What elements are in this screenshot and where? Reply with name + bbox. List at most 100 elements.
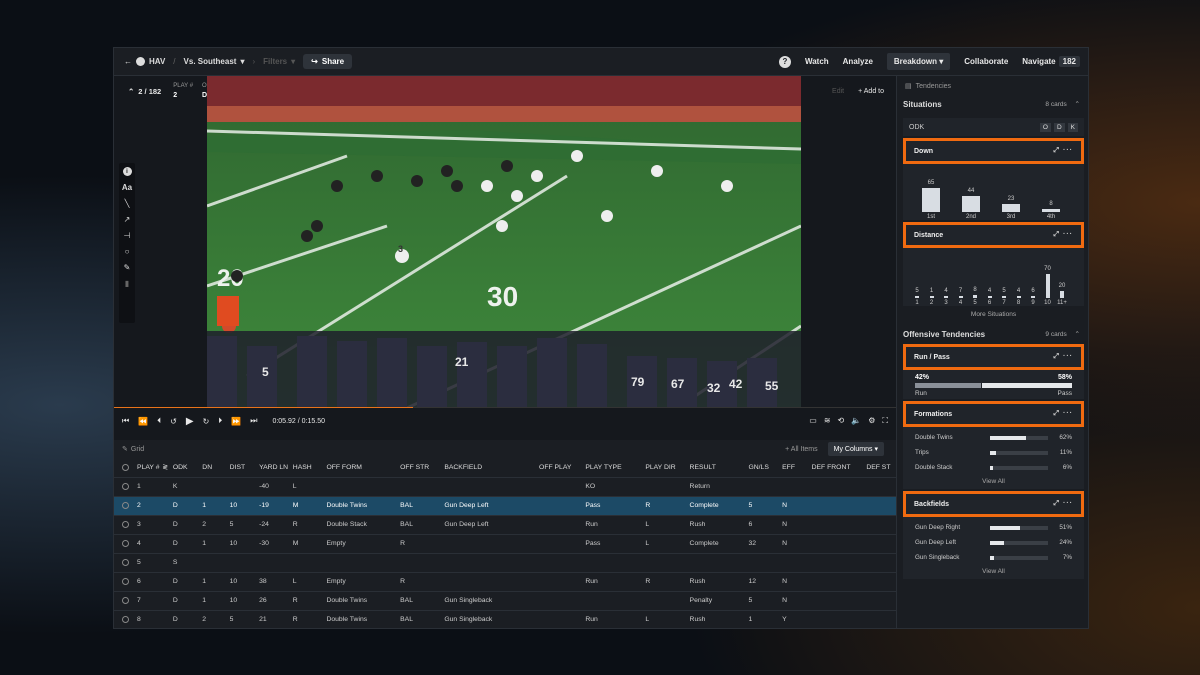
filters-dropdown[interactable]: Filters ▾ bbox=[263, 57, 295, 66]
table-row[interactable]: 2 D 1 10 -19 M Double Twins BAL Gun Deep Left Pas… bbox=[114, 496, 896, 516]
replay-5-icon[interactable]: ↺ bbox=[170, 417, 177, 426]
column-header[interactable]: OFF PLAY bbox=[537, 458, 584, 478]
column-header[interactable]: DN bbox=[200, 458, 228, 478]
column-header[interactable]: YARD LN bbox=[257, 458, 291, 478]
edit-button[interactable]: Edit bbox=[832, 88, 844, 95]
column-header[interactable]: HASH bbox=[290, 458, 325, 478]
column-header[interactable]: PLAY DIR bbox=[643, 458, 688, 478]
play-icon[interactable]: ▶ bbox=[186, 416, 194, 427]
step-back-icon[interactable]: ⏴ bbox=[157, 416, 161, 426]
sort-icon[interactable]: ≷ bbox=[160, 458, 171, 478]
offensive-tendencies-header[interactable]: Offensive Tendencies 9 cards ⌃ bbox=[897, 326, 1088, 342]
odk-o-button[interactable]: O bbox=[1039, 122, 1051, 132]
column-header[interactable]: DEF ST bbox=[864, 458, 896, 478]
table-row[interactable]: 7 D 1 10 26 R Double Twins BAL Gun Singleback Pen… bbox=[114, 591, 896, 611]
column-header[interactable]: OFF FORM bbox=[324, 458, 399, 478]
column-header[interactable]: OFF STR bbox=[398, 458, 443, 478]
text-tool-icon[interactable]: Aa bbox=[122, 183, 132, 192]
column-header[interactable]: ODK bbox=[170, 458, 201, 478]
down-card-header[interactable]: Down ⤢ ··· bbox=[903, 138, 1084, 164]
column-header[interactable]: GN/LS bbox=[746, 458, 781, 478]
odk-k-button[interactable]: K bbox=[1067, 122, 1078, 132]
nav-breakdown[interactable]: Breakdown ▾ bbox=[886, 53, 951, 70]
row-select-radio[interactable] bbox=[114, 553, 136, 573]
table-row[interactable]: 6 D 1 10 38 L Empty R Run R Rush 12 N bbox=[114, 572, 896, 592]
settings-icon[interactable]: ⚙ bbox=[868, 416, 875, 426]
rewind-icon[interactable]: ⏪ bbox=[138, 417, 148, 426]
freehand-tool-icon[interactable]: ✎ bbox=[124, 263, 131, 272]
nav-navigate[interactable]: Navigate 182 bbox=[1022, 56, 1080, 67]
more-options-icon[interactable]: ⤢ ··· bbox=[1053, 500, 1073, 508]
column-header[interactable]: RESULT bbox=[687, 458, 747, 478]
column-header[interactable]: PLAY # bbox=[135, 458, 161, 478]
block-tool-icon[interactable]: ⊣ bbox=[124, 231, 131, 240]
trash-icon[interactable]: ▮ bbox=[125, 279, 129, 288]
select-all-radio[interactable] bbox=[114, 458, 136, 478]
run-pass-card-header[interactable]: Run / Pass ⤢ ··· bbox=[903, 344, 1084, 370]
hd-icon[interactable]: ▭ bbox=[809, 416, 817, 426]
volume-icon[interactable]: 🔈 bbox=[851, 416, 861, 426]
info-icon[interactable]: i bbox=[122, 167, 132, 176]
chevron-down-icon: ▾ bbox=[240, 57, 245, 66]
backfields-card-header[interactable]: Backfields ⤢ ··· bbox=[903, 491, 1084, 517]
column-header[interactable]: BACKFIELD bbox=[442, 458, 538, 478]
row-select-radio[interactable] bbox=[114, 515, 136, 535]
row-select-radio[interactable] bbox=[114, 572, 136, 592]
row-select-radio[interactable] bbox=[114, 534, 136, 554]
speed-icon[interactable]: ≋ bbox=[824, 416, 831, 426]
formations-card-header[interactable]: Formations ⤢ ··· bbox=[903, 401, 1084, 427]
more-options-icon[interactable]: ⤢ ··· bbox=[1053, 410, 1073, 418]
add-to-button[interactable]: + Add to bbox=[858, 88, 884, 95]
loop-icon[interactable]: ⟲ bbox=[838, 416, 845, 426]
column-header[interactable]: PLAY TYPE bbox=[583, 458, 644, 478]
bar-value-label: 23 bbox=[1007, 195, 1015, 202]
backfields-view-all[interactable]: View All bbox=[903, 565, 1084, 579]
circle-tool-icon[interactable]: ○ bbox=[125, 247, 130, 256]
fast-forward-icon[interactable]: ⏩ bbox=[231, 417, 241, 426]
table-row[interactable]: 8 D 2 5 21 R Double Twins BAL Gun Singleback Run L… bbox=[114, 610, 896, 628]
formations-view-all[interactable]: View All bbox=[903, 475, 1084, 489]
tendency-row[interactable]: Gun Singleback 7% bbox=[903, 550, 1084, 565]
situations-header[interactable]: Situations 8 cards ⌃ bbox=[897, 96, 1088, 112]
game-dropdown[interactable]: Vs. Southeast ▾ bbox=[184, 57, 245, 66]
line-tool-icon[interactable]: ╲ bbox=[125, 199, 130, 208]
skip-start-icon[interactable]: ⏮ bbox=[122, 416, 129, 426]
more-situations-link[interactable]: More Situations bbox=[897, 306, 1088, 324]
odk-d-button[interactable]: D bbox=[1053, 122, 1065, 132]
tendency-row[interactable]: Trips 11% bbox=[903, 445, 1084, 460]
skip-end-icon[interactable]: ⏭ bbox=[250, 416, 257, 426]
tendency-row[interactable]: Gun Deep Left 24% bbox=[903, 535, 1084, 550]
tendency-row[interactable]: Double Twins 62% bbox=[903, 430, 1084, 445]
play-counter[interactable]: ⌃ 2 / 182 bbox=[128, 87, 161, 96]
fullscreen-icon[interactable]: ⛶ bbox=[882, 416, 888, 426]
nav-analyze[interactable]: Analyze bbox=[843, 57, 873, 66]
table-row[interactable]: 5S bbox=[114, 553, 896, 573]
nav-collaborate[interactable]: Collaborate bbox=[964, 57, 1008, 66]
video-player[interactable]: 20 30 5 79 67 32 42 55 21 3 bbox=[207, 76, 801, 408]
my-columns-dropdown[interactable]: My Columns ▾ bbox=[827, 442, 884, 456]
help-icon[interactable]: ? bbox=[778, 55, 791, 68]
nav-watch[interactable]: Watch bbox=[805, 57, 829, 66]
table-row[interactable]: 1 K -40 L KO Return bbox=[114, 477, 896, 497]
more-options-icon[interactable]: ⤢ ··· bbox=[1053, 147, 1073, 155]
back-button[interactable]: ← HAV bbox=[124, 57, 165, 66]
step-forward-icon[interactable]: ⏵ bbox=[218, 416, 222, 426]
table-row[interactable]: 4 D 1 10 -30 M Empty R Pass L Complete 32 N bbox=[114, 534, 896, 554]
all-items-button[interactable]: + All Items bbox=[785, 446, 817, 453]
table-row[interactable]: 3 D 2 5 -24 R Double Stack BAL Gun Deep Left Run L… bbox=[114, 515, 896, 535]
more-options-icon[interactable]: ⤢ ··· bbox=[1053, 353, 1073, 361]
arrow-tool-icon[interactable]: ↗ bbox=[124, 215, 131, 224]
forward-5-icon[interactable]: ↻ bbox=[203, 417, 210, 426]
row-select-radio[interactable] bbox=[114, 496, 136, 516]
tendency-row[interactable]: Double Stack 6% bbox=[903, 460, 1084, 475]
share-button[interactable]: ↪ Share bbox=[303, 54, 353, 69]
more-options-icon[interactable]: ⤢ ··· bbox=[1053, 231, 1073, 239]
column-header[interactable]: EFF bbox=[780, 458, 810, 478]
row-select-radio[interactable] bbox=[114, 591, 136, 611]
distance-card-header[interactable]: Distance ⤢ ··· bbox=[903, 222, 1084, 248]
row-select-radio[interactable] bbox=[114, 477, 136, 497]
tendency-row[interactable]: Gun Deep Right 51% bbox=[903, 520, 1084, 535]
column-header[interactable]: DIST bbox=[227, 458, 258, 478]
row-select-radio[interactable] bbox=[114, 610, 136, 628]
column-header[interactable]: DEF FRONT bbox=[809, 458, 865, 478]
